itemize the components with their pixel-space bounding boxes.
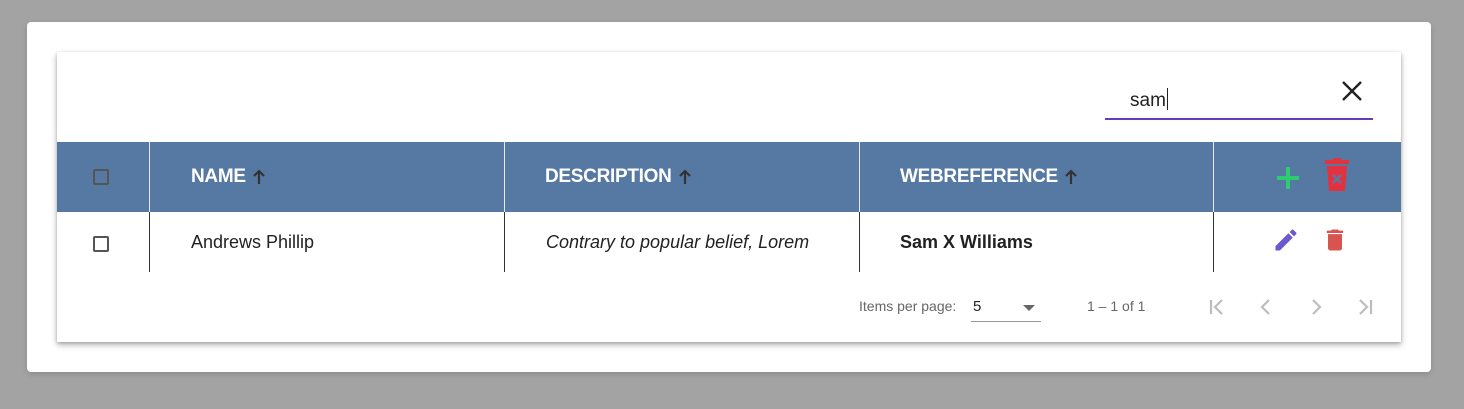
column-divider bbox=[149, 142, 150, 212]
page-size-select[interactable]: 5 bbox=[971, 297, 1041, 322]
delete-icon bbox=[1326, 229, 1344, 251]
column-divider bbox=[504, 142, 505, 212]
delete-button[interactable] bbox=[1318, 223, 1352, 257]
search-field[interactable]: sam bbox=[1105, 82, 1373, 120]
column-header-description[interactable]: DESCRIPTION bbox=[545, 142, 692, 212]
add-button[interactable] bbox=[1270, 160, 1306, 196]
cell-description: Contrary to popular belief, Lorem bbox=[546, 231, 810, 252]
select-all-checkbox[interactable] bbox=[93, 169, 109, 185]
column-divider bbox=[859, 142, 860, 212]
arrow-up-icon bbox=[1064, 169, 1078, 185]
clear-search-button[interactable] bbox=[1335, 74, 1369, 108]
edit-icon bbox=[1275, 229, 1297, 251]
first-page-button[interactable] bbox=[1202, 292, 1232, 322]
last-page-button[interactable] bbox=[1350, 292, 1380, 322]
column-header-webreference-label: WEBREFERENCE bbox=[900, 166, 1058, 187]
chevron-down-icon bbox=[1023, 305, 1035, 311]
delete-all-icon bbox=[1325, 158, 1349, 191]
table-header-row: NAME DESCRIPTION WEBREFERENCE bbox=[57, 142, 1401, 212]
paginator: Items per page: 5 1 – 1 of 1 bbox=[57, 272, 1401, 342]
dialog: sam NAME DESCRIPTION WEBREFERENCE Andrew… bbox=[27, 22, 1431, 372]
cell-name: Andrews Phillip bbox=[191, 231, 315, 252]
column-divider bbox=[149, 212, 150, 272]
search-value: sam bbox=[1130, 90, 1166, 111]
chevron-right-icon bbox=[1312, 299, 1322, 315]
items-per-page-label: Items per page: bbox=[859, 298, 957, 314]
page-size-value: 5 bbox=[973, 298, 982, 315]
previous-page-button[interactable] bbox=[1251, 292, 1281, 322]
arrow-up-icon bbox=[252, 169, 266, 185]
close-icon bbox=[1342, 81, 1362, 101]
column-divider bbox=[1213, 212, 1214, 272]
range-label: 1 – 1 of 1 bbox=[1087, 298, 1146, 314]
arrow-up-icon bbox=[678, 169, 692, 185]
delete-all-button[interactable] bbox=[1319, 157, 1355, 193]
last-page-icon bbox=[1359, 299, 1373, 315]
row-checkbox[interactable] bbox=[93, 236, 109, 252]
table-row[interactable]: Andrews Phillip Contrary to popular beli… bbox=[57, 212, 1401, 272]
add-icon bbox=[1277, 167, 1299, 189]
column-header-webreference[interactable]: WEBREFERENCE bbox=[900, 142, 1078, 212]
column-divider bbox=[859, 212, 860, 272]
edit-button[interactable] bbox=[1269, 223, 1303, 257]
next-page-button[interactable] bbox=[1301, 292, 1331, 322]
column-divider bbox=[1213, 142, 1214, 212]
chevron-left-icon bbox=[1260, 299, 1270, 315]
column-header-name-label: NAME bbox=[191, 166, 246, 187]
column-divider bbox=[504, 212, 505, 272]
text-caret bbox=[1166, 88, 1168, 110]
column-header-name[interactable]: NAME bbox=[191, 142, 266, 212]
column-header-description-label: DESCRIPTION bbox=[545, 166, 672, 187]
table-card: sam NAME DESCRIPTION WEBREFERENCE Andrew… bbox=[57, 52, 1401, 342]
first-page-icon bbox=[1209, 299, 1223, 315]
search-input[interactable]: sam bbox=[1130, 88, 1168, 112]
cell-webreference: Sam X Williams bbox=[900, 231, 1033, 252]
